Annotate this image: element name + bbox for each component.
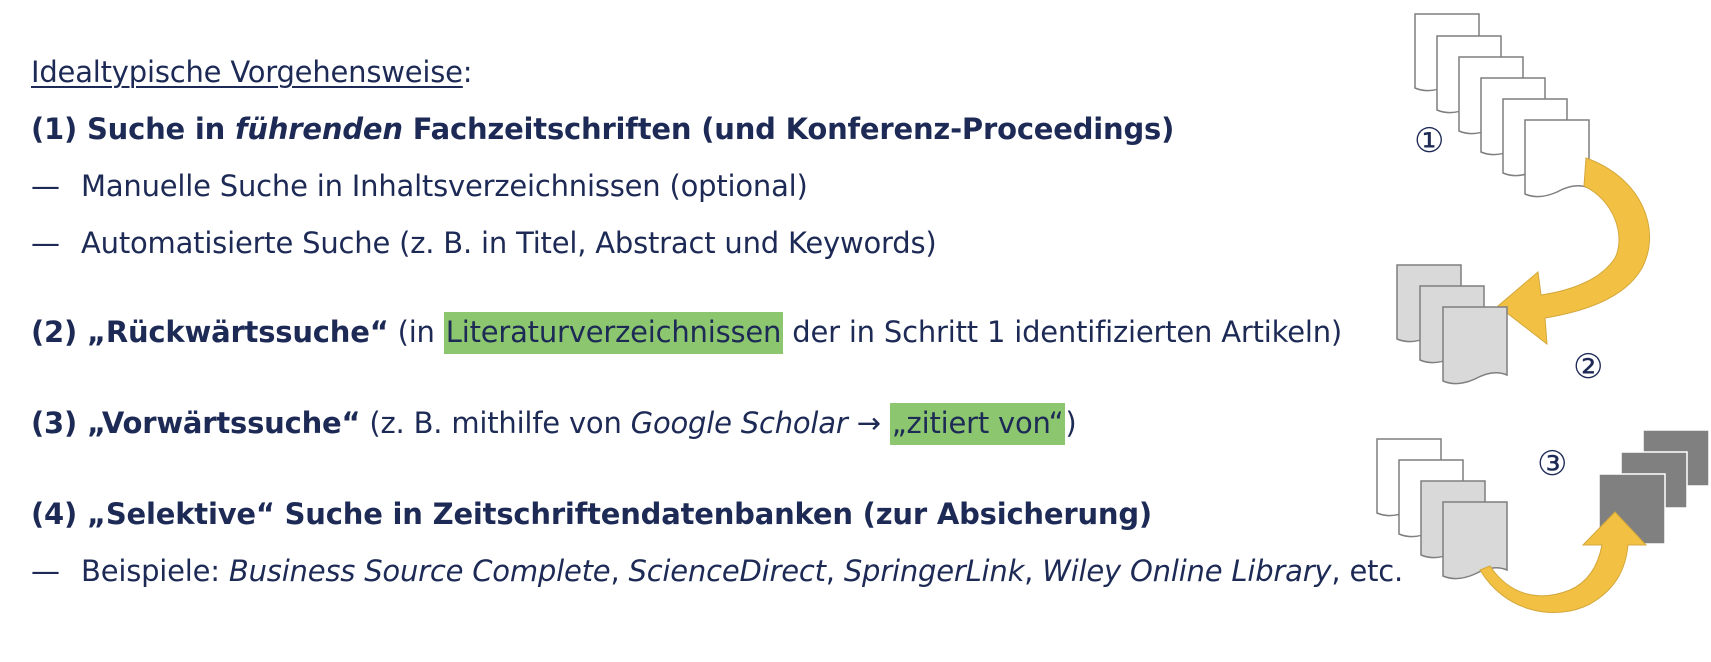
step4-title: (4) „Selektive“ Suche in Zeitschriftenda… (31, 497, 1152, 531)
heading-colon: : (462, 55, 473, 89)
step1-prefix: (1) Suche in (31, 112, 235, 146)
document-stack-2 (1396, 264, 1508, 385)
step3-post: ) (1065, 406, 1077, 440)
document-stack-1 (1414, 13, 1590, 198)
step2-post: der in Schritt 1 identifizierten Artikel… (783, 315, 1343, 349)
bullet-dash: — (31, 554, 60, 588)
step1-bullet-1: — Manuelle Suche in Inhaltsverzeichnissen… (31, 169, 808, 203)
step4-bullet: — Beispiele: Business Source Complete, Sc… (31, 554, 1403, 588)
separator: , (825, 554, 844, 588)
database-1: Business Source Complete (228, 554, 611, 588)
document-icon (1524, 119, 1590, 198)
step-label-3: ③ (1537, 444, 1567, 484)
search-process-diagram: ① ② ③ (1376, 13, 1710, 614)
step4-text: (4) „Selektive“ Suche in Zeitschriftenda… (31, 497, 1152, 531)
separator: , (610, 554, 629, 588)
step2-title: (2) „Rückwärtssuche“ (31, 315, 389, 349)
separator: , (1024, 554, 1043, 588)
step-label-1: ① (1414, 121, 1444, 161)
step-label-2: ② (1573, 347, 1603, 387)
step3-pre: (z. B. mithilfe von (360, 406, 631, 440)
step3: (3) „Vorwärtssuche“ (z. B. mithilfe von … (31, 403, 1077, 445)
bullet-dash: — (31, 169, 60, 203)
step1-suffix: Fachzeitschriften (und Konferenz-Proceed… (402, 112, 1175, 146)
step2-highlight: Literaturverzeichnissen (443, 312, 784, 354)
step1-bullet-2: — Automatisierte Suche (z. B. in Titel, A… (31, 226, 937, 260)
database-2: ScienceDirect (628, 554, 826, 588)
arrow-right-icon: → (847, 406, 890, 440)
document-icon (1442, 501, 1508, 580)
bullet-dash: — (31, 226, 60, 260)
step1-emphasis: führenden (235, 112, 403, 146)
document-stack-3-left (1376, 438, 1508, 580)
bullet-text: Automatisierte Suche (z. B. in Titel, Ab… (81, 226, 937, 260)
step3-highlight: „zitiert von“ (889, 403, 1066, 445)
database-4: Wiley Online Library (1042, 554, 1332, 588)
step1-title: (1) Suche in führenden Fachzeitschriften… (31, 112, 1174, 146)
google-scholar: Google Scholar (630, 406, 848, 440)
document-icon (1442, 306, 1508, 385)
step3-title: (3) „Vorwärtssuche“ (31, 406, 361, 440)
bullet-text: Manuelle Suche in Inhaltsverzeichnissen … (81, 169, 808, 203)
step2: (2) „Rückwärtssuche“ (in Literaturverzei… (31, 312, 1343, 354)
step2-pre: (in (388, 315, 444, 349)
examples-lead: Beispiele: (81, 554, 229, 588)
heading-text: Idealtypische Vorgehensweise (31, 55, 463, 89)
heading: Idealtypische Vorgehensweise: (31, 55, 473, 89)
database-3: SpringerLink (843, 554, 1025, 588)
